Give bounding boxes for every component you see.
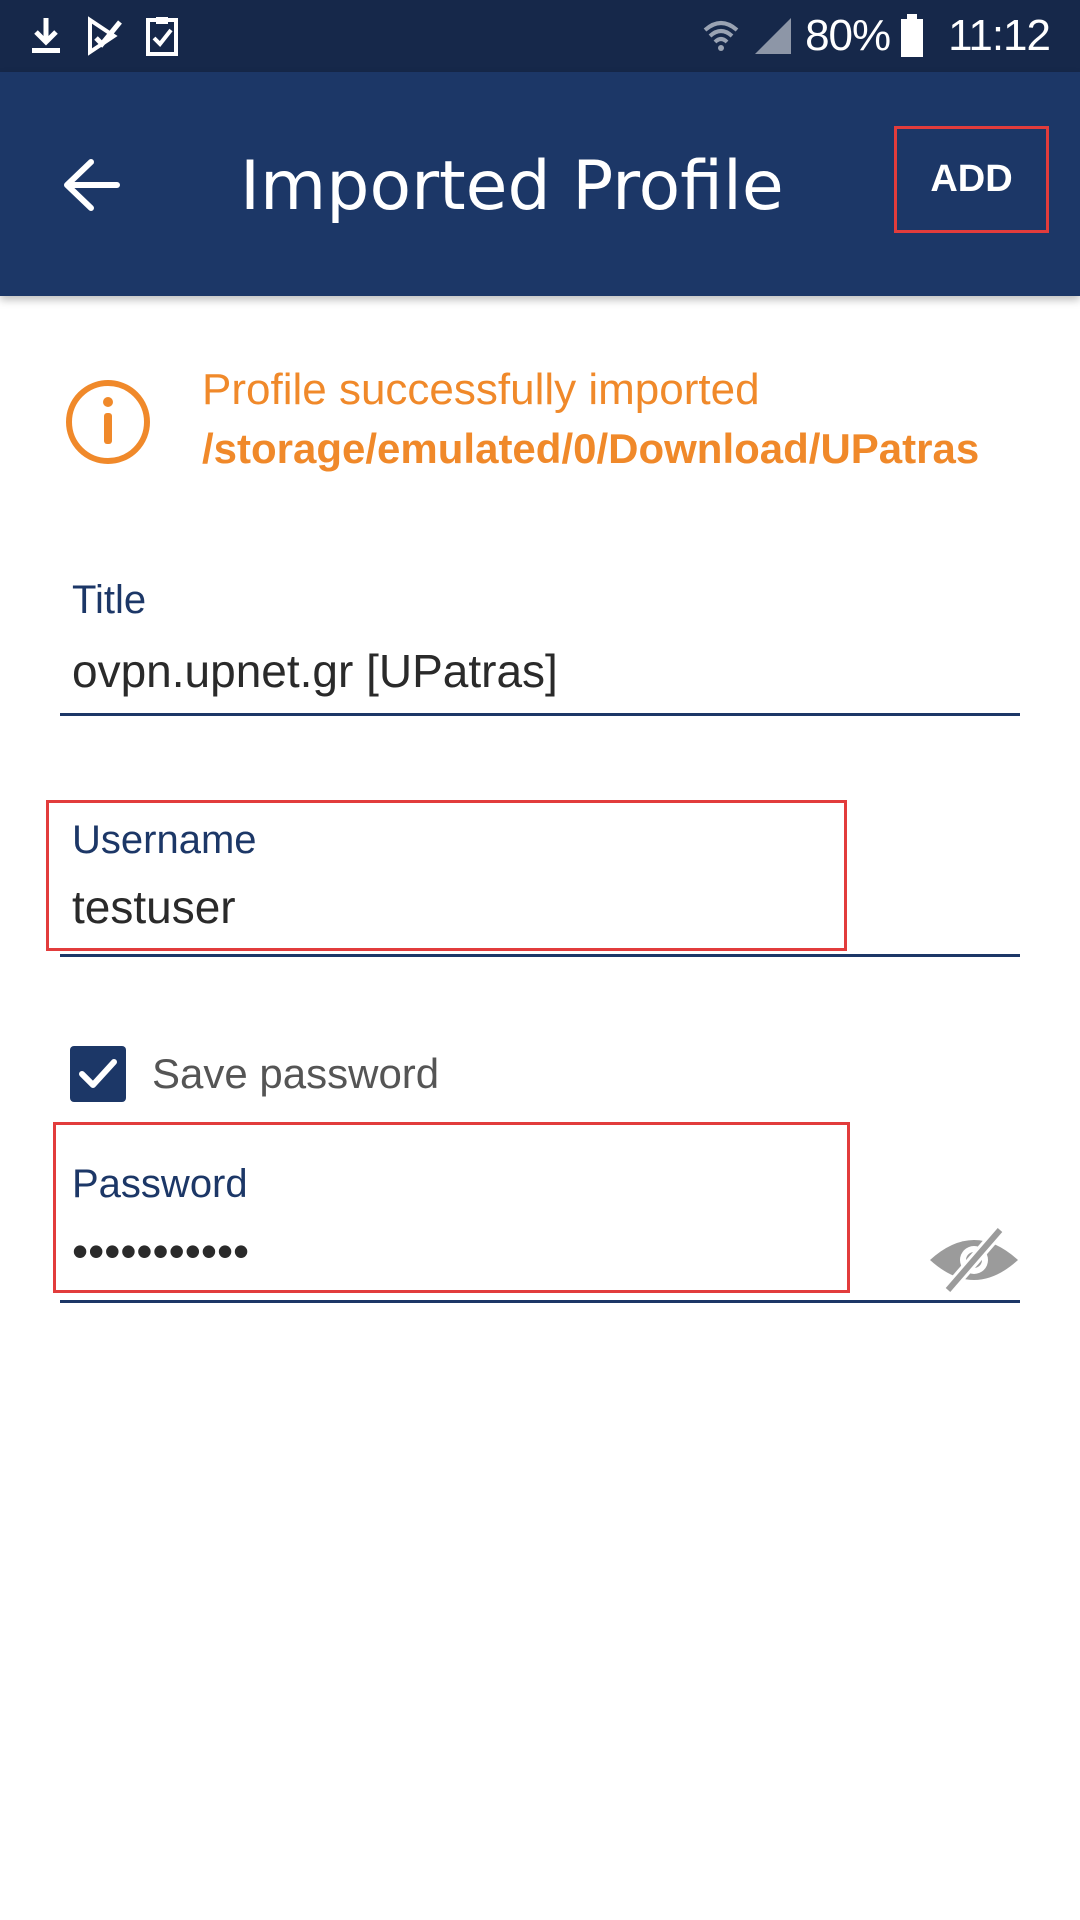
download-icon [32,18,60,53]
status-notification-icons [28,14,180,58]
username-label: Username [72,818,257,862]
imported-profile-screen: 80% 11:12 Imported Profile ADD Profile s… [0,0,1080,1920]
status-time: 11:12 [948,11,1051,60]
title-field: Title [60,578,1020,718]
password-input[interactable] [72,1218,892,1284]
save-password-row[interactable]: Save password [70,1044,439,1104]
page-title: Imported Profile [240,147,784,226]
wifi-icon [703,21,739,51]
add-button[interactable]: ADD [894,126,1049,233]
battery-percent: 80% [805,11,891,60]
info-circle-icon [66,380,150,464]
save-password-checkbox[interactable] [70,1046,126,1102]
password-field: Password [60,1162,1020,1303]
title-underline [60,713,1020,716]
password-underline [60,1300,1020,1303]
cell-signal-icon [755,18,792,54]
username-underline [60,954,1020,957]
checkmark-icon [79,1059,117,1088]
info-text: Profile successfully imported /storage/e… [202,360,1080,478]
arrow-left-icon [64,159,120,211]
back-button[interactable] [46,140,136,230]
imported-file-path: /storage/emulated/0/Download/UPatras [202,425,980,472]
username-field: Username [60,818,1020,958]
app-bar: Imported Profile ADD [0,72,1080,296]
eye-off-icon [930,1226,1018,1294]
title-input[interactable] [72,638,892,704]
battery-icon [901,14,924,57]
status-bar: 80% 11:12 [0,0,1080,72]
password-visibility-toggle[interactable] [924,1220,1024,1300]
task-check-icon [88,16,122,56]
username-input[interactable] [72,874,892,940]
info-message: Profile successfully imported [202,365,760,414]
save-password-label: Save password [152,1050,440,1097]
title-label: Title [72,578,147,622]
import-success-message: Profile successfully imported /storage/e… [64,360,1024,480]
status-system-icons: 80% 11:12 [701,8,1051,64]
clipboard-check-icon [146,17,178,56]
password-label: Password [72,1162,248,1206]
